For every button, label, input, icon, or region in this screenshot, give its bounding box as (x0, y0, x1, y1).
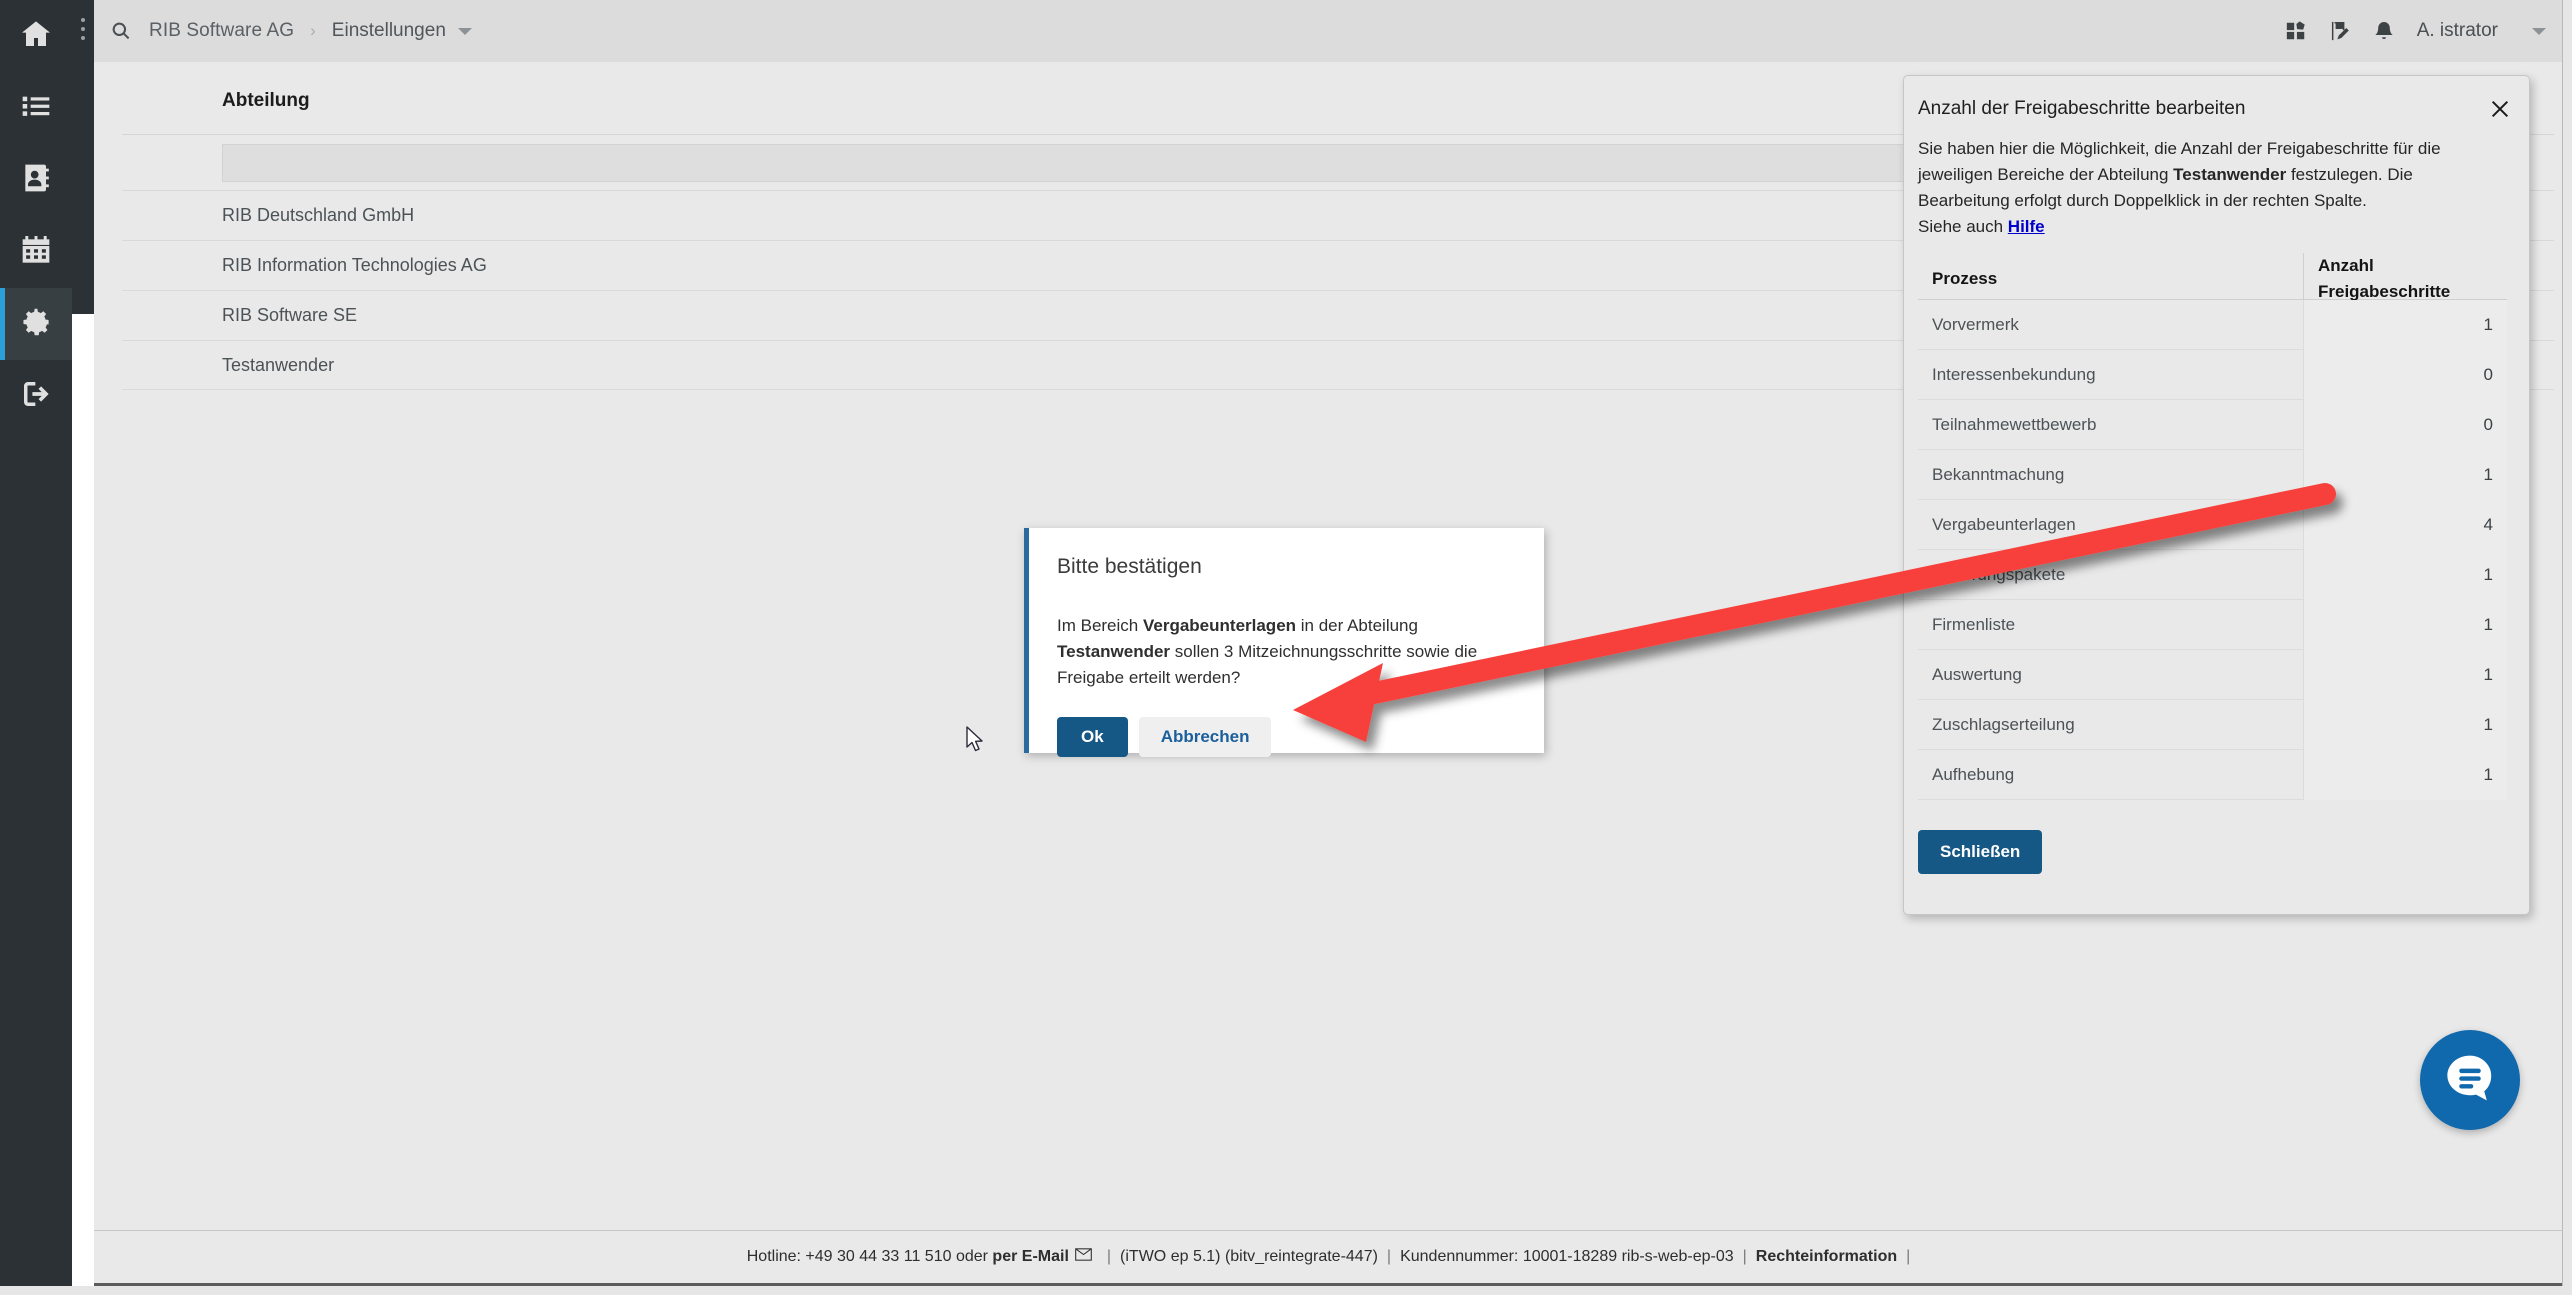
message-department: Testanwender (1057, 642, 1171, 661)
close-icon[interactable] (2487, 96, 2513, 122)
cell-process: Änderungspakete (1932, 564, 2066, 584)
footer-email-link[interactable]: per E-Mail (992, 1248, 1068, 1266)
table-row[interactable]: Auswertung 1 (1918, 649, 2507, 700)
table-row[interactable]: Teilnahmewettbewerb 0 (1918, 399, 2507, 450)
sidebar-item-home[interactable] (0, 0, 72, 72)
apps-grid-icon[interactable] (2285, 20, 2307, 42)
footer-separator: | (1906, 1248, 1911, 1265)
panel-description: Sie haben hier die Möglichkeit, die Anza… (1904, 120, 2529, 800)
search-icon[interactable] (110, 20, 132, 42)
table-row[interactable]: Firmenliste 1 (1918, 599, 2507, 650)
home-icon (20, 18, 52, 55)
mouse-cursor (966, 726, 983, 752)
sidebar-item-settings[interactable] (0, 288, 72, 360)
panel-title: Anzahl der Freigabeschritte bearbeiten (1918, 98, 2246, 119)
dialog-actions: Ok Abbrechen (1029, 691, 1544, 757)
list-icon (20, 90, 52, 127)
table-row[interactable]: Aufhebung 1 (1918, 749, 2507, 800)
chat-bubble-icon (2442, 1050, 2498, 1111)
table-row[interactable]: Vorvermerk 1 (1918, 299, 2507, 350)
cell-process: Zuschlagserteilung (1932, 714, 2075, 734)
cell-process: Firmenliste (1932, 614, 2016, 634)
cell-process: Aufhebung (1932, 764, 2015, 784)
cell-process: Bekanntmachung (1932, 464, 2065, 484)
help-link[interactable]: Hilfe (2008, 217, 2045, 236)
left-sidebar (0, 0, 72, 1295)
panel-help-prefix: Siehe auch (1918, 217, 2008, 236)
footer-legal-link[interactable]: Rechteinformation (1756, 1248, 1897, 1266)
panel-intro-department: Testanwender (2173, 165, 2287, 184)
cell-count[interactable]: 1 (2303, 649, 2507, 700)
message-part-2: in der Abteilung (1296, 616, 1418, 635)
bell-icon[interactable] (2373, 20, 2395, 42)
cell-process: Vorvermerk (1932, 314, 2019, 334)
table-row[interactable]: Vergabeunterlagen 4 (1918, 499, 2507, 550)
contacts-icon (20, 162, 52, 199)
dialog-message: Im Bereich Vergabeunterlagen in der Abte… (1029, 579, 1544, 691)
user-menu-label[interactable]: A. istrator (2417, 20, 2498, 42)
sidebar-item-tasks[interactable] (0, 72, 72, 144)
cell-process: Interessenbekundung (1932, 364, 2096, 384)
panel-close-button[interactable]: Schließen (1918, 830, 2043, 874)
application-window: RIB Software AG › Einstellungen A. istra… (0, 0, 2572, 1295)
cell-count[interactable]: 0 (2303, 349, 2507, 400)
column-header-count: Anzahl Freigabeschritte (2303, 252, 2507, 305)
envelope-icon[interactable] (1075, 1248, 1092, 1266)
window-frame-right (2562, 0, 2572, 1295)
ok-button[interactable]: Ok (1057, 717, 1128, 757)
drag-handle-dots-icon[interactable] (81, 18, 85, 45)
message-area: Vergabeunterlagen (1142, 616, 1297, 635)
freigabeschritte-panel: Anzahl der Freigabeschritte bearbeiten S… (1903, 75, 2530, 915)
sidebar-item-calendar[interactable] (0, 216, 72, 288)
calendar-icon (20, 234, 52, 271)
top-bar-actions: A. istrator (2285, 20, 2546, 42)
cell-count[interactable]: 1 (2303, 699, 2507, 750)
table-row[interactable]: Zuschlagserteilung 1 (1918, 699, 2507, 750)
cell-count[interactable]: 1 (2303, 299, 2507, 350)
footer-separator: | (1106, 1248, 1112, 1265)
cell-count[interactable]: 1 (2303, 549, 2507, 600)
footer-separator: | (1742, 1248, 1747, 1265)
top-bar: RIB Software AG › Einstellungen A. istra… (94, 0, 2572, 62)
cell-process: Teilnahmewettbewerb (1932, 414, 2097, 434)
logout-icon (20, 378, 52, 415)
breadcrumb-organization[interactable]: RIB Software AG (149, 20, 294, 42)
table-row[interactable]: Änderungspakete 1 (1918, 549, 2507, 600)
sidebar-item-logout[interactable] (0, 360, 72, 432)
cancel-button[interactable]: Abbrechen (1138, 717, 1272, 757)
footer-separator: | (1386, 1248, 1392, 1265)
footer-hotline: Hotline: +49 30 44 33 11 510 oder (746, 1248, 988, 1265)
message-part-1: Im Bereich (1057, 616, 1143, 635)
gear-icon (20, 306, 52, 343)
cell-count[interactable]: 1 (2303, 749, 2507, 800)
cell-count[interactable]: 1 (2303, 449, 2507, 500)
user-chevron-down-icon[interactable] (2532, 27, 2546, 35)
footer-version: (iTWO ep 5.1) (bitv_reintegrate-447) (1120, 1248, 1378, 1265)
sidebar-item-contacts[interactable] (0, 144, 72, 216)
cell-count[interactable]: 4 (2303, 499, 2507, 550)
sidebar-collapse-column (72, 0, 94, 314)
breadcrumb-separator: › (310, 21, 316, 40)
page-footer: Hotline: +49 30 44 33 11 510 oder per E-… (94, 1230, 2572, 1286)
cell-count[interactable]: 1 (2303, 599, 2507, 650)
cell-process: Vergabeunterlagen (1932, 514, 2076, 534)
table-row[interactable]: Interessenbekundung 0 (1918, 349, 2507, 400)
table-row[interactable]: Bekanntmachung 1 (1918, 449, 2507, 500)
cell-process: Auswertung (1932, 664, 2022, 684)
window-frame-bottom (0, 1286, 2572, 1295)
table-header: Prozess Anzahl Freigabeschritte (1918, 252, 2507, 305)
cell-count[interactable]: 0 (2303, 399, 2507, 450)
chevron-down-icon[interactable] (457, 27, 472, 35)
column-header-process: Prozess (1932, 268, 1998, 288)
note-edit-icon[interactable] (2329, 20, 2351, 42)
breadcrumb-settings[interactable]: Einstellungen (332, 20, 446, 42)
confirm-dialog: Bitte bestätigen Im Bereich Vergabeunter… (1024, 528, 1544, 757)
chat-button[interactable] (2420, 1030, 2520, 1130)
dialog-title: Bitte bestätigen (1057, 555, 1202, 578)
footer-customer-number: Kundennummer: 10001-18289 rib-s-web-ep-0… (1400, 1248, 1734, 1265)
